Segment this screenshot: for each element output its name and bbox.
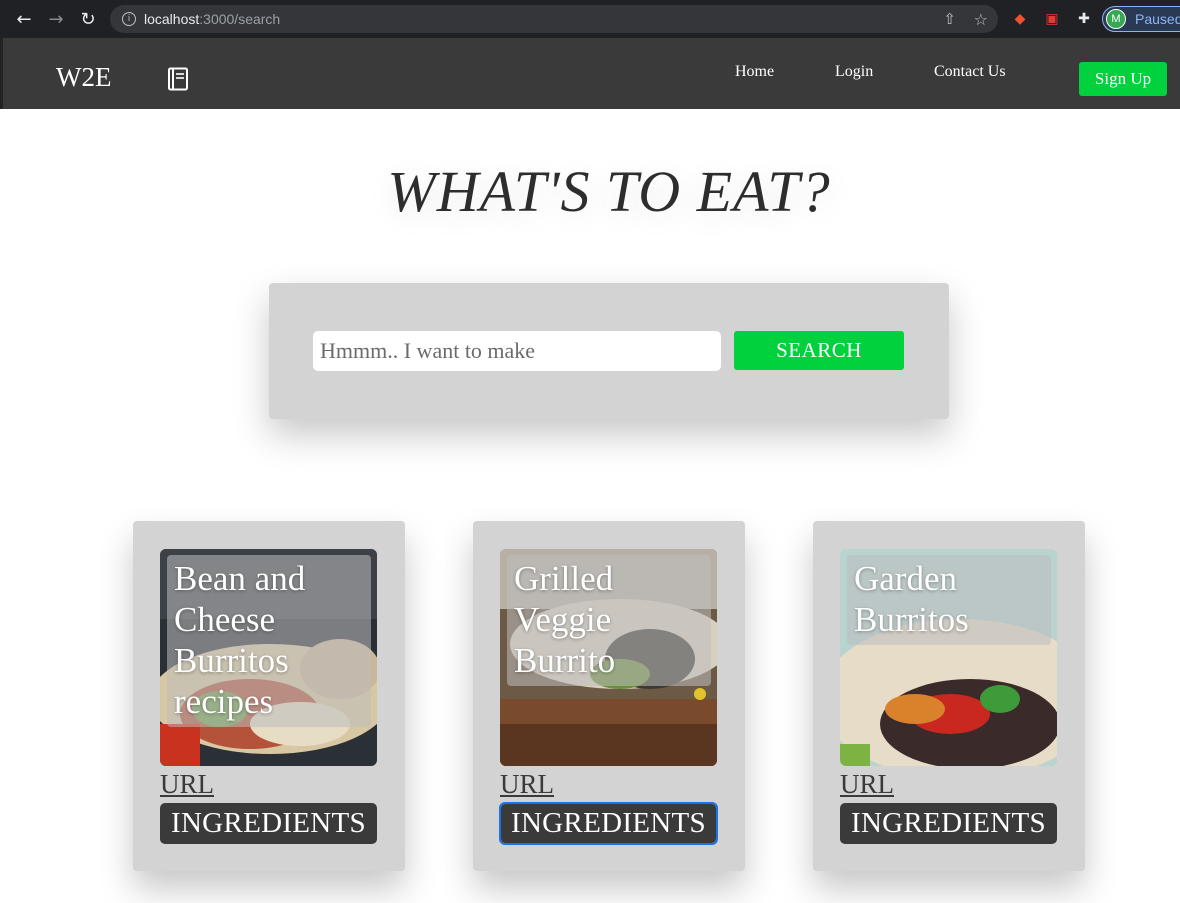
recipe-card: Grilled Veggie Burrito URL INGREDIENTS: [473, 521, 745, 871]
brand-logo[interactable]: W2E: [56, 62, 111, 93]
recipe-url-link[interactable]: URL: [500, 769, 554, 800]
recipe-card: Garden Burritos URL INGREDIENTS: [813, 521, 1085, 871]
recipe-image[interactable]: Grilled Veggie Burrito: [500, 549, 717, 766]
url-path: :3000/search: [199, 11, 281, 27]
ingredients-button[interactable]: INGREDIENTS: [160, 803, 377, 844]
nav-link-contact[interactable]: Contact Us: [934, 63, 1006, 81]
recipe-card: Bean and Cheese Burritos recipes URL ING…: [133, 521, 405, 871]
reload-icon[interactable]: ↻: [72, 0, 104, 38]
ingredients-button[interactable]: INGREDIENTS: [840, 803, 1057, 844]
search-input[interactable]: [313, 331, 721, 371]
ingredients-button[interactable]: INGREDIENTS: [499, 802, 718, 845]
recipe-image[interactable]: Bean and Cheese Burritos recipes: [160, 549, 377, 766]
recipe-url-link[interactable]: URL: [840, 769, 894, 800]
url-host: localhost: [144, 11, 200, 27]
profile-status: Paused: [1135, 11, 1180, 27]
git-extension-icon[interactable]: ◆: [1011, 10, 1029, 28]
forward-arrow-icon[interactable]: →: [40, 0, 72, 38]
avatar: M: [1106, 9, 1126, 29]
address-bar[interactable]: i localhost:3000/search ⇧ ☆: [110, 5, 998, 33]
site-navbar: W2E Home Login Contact Us Sign Up: [0, 38, 1180, 109]
page-title: WHAT'S TO EAT?: [387, 159, 831, 224]
profile-button[interactable]: M Paused: [1102, 6, 1180, 32]
nav-link-login[interactable]: Login: [835, 63, 873, 81]
share-icon[interactable]: ⇧: [943, 10, 956, 28]
search-button[interactable]: SEARCH: [734, 331, 904, 370]
extension-puzzle-icon[interactable]: ✚: [1075, 10, 1093, 28]
recipe-image[interactable]: Garden Burritos: [840, 549, 1057, 766]
browser-toolbar: ← → ↻ i localhost:3000/search ⇧ ☆ ◆ ▣ ✚ …: [0, 0, 1180, 38]
notebook-icon[interactable]: [167, 67, 189, 91]
star-icon[interactable]: ☆: [974, 10, 988, 29]
info-icon[interactable]: i: [122, 12, 136, 26]
recipe-title: Grilled Veggie Burrito: [507, 555, 711, 686]
recipe-title: Bean and Cheese Burritos recipes: [167, 555, 371, 727]
search-panel: SEARCH: [269, 283, 949, 419]
calendar-extension-icon[interactable]: ▣: [1043, 10, 1061, 28]
signup-button[interactable]: Sign Up: [1079, 62, 1167, 96]
recipe-url-link[interactable]: URL: [160, 769, 214, 800]
recipe-title: Garden Burritos: [847, 555, 1051, 645]
back-arrow-icon[interactable]: ←: [8, 0, 40, 38]
nav-link-home[interactable]: Home: [735, 63, 774, 81]
